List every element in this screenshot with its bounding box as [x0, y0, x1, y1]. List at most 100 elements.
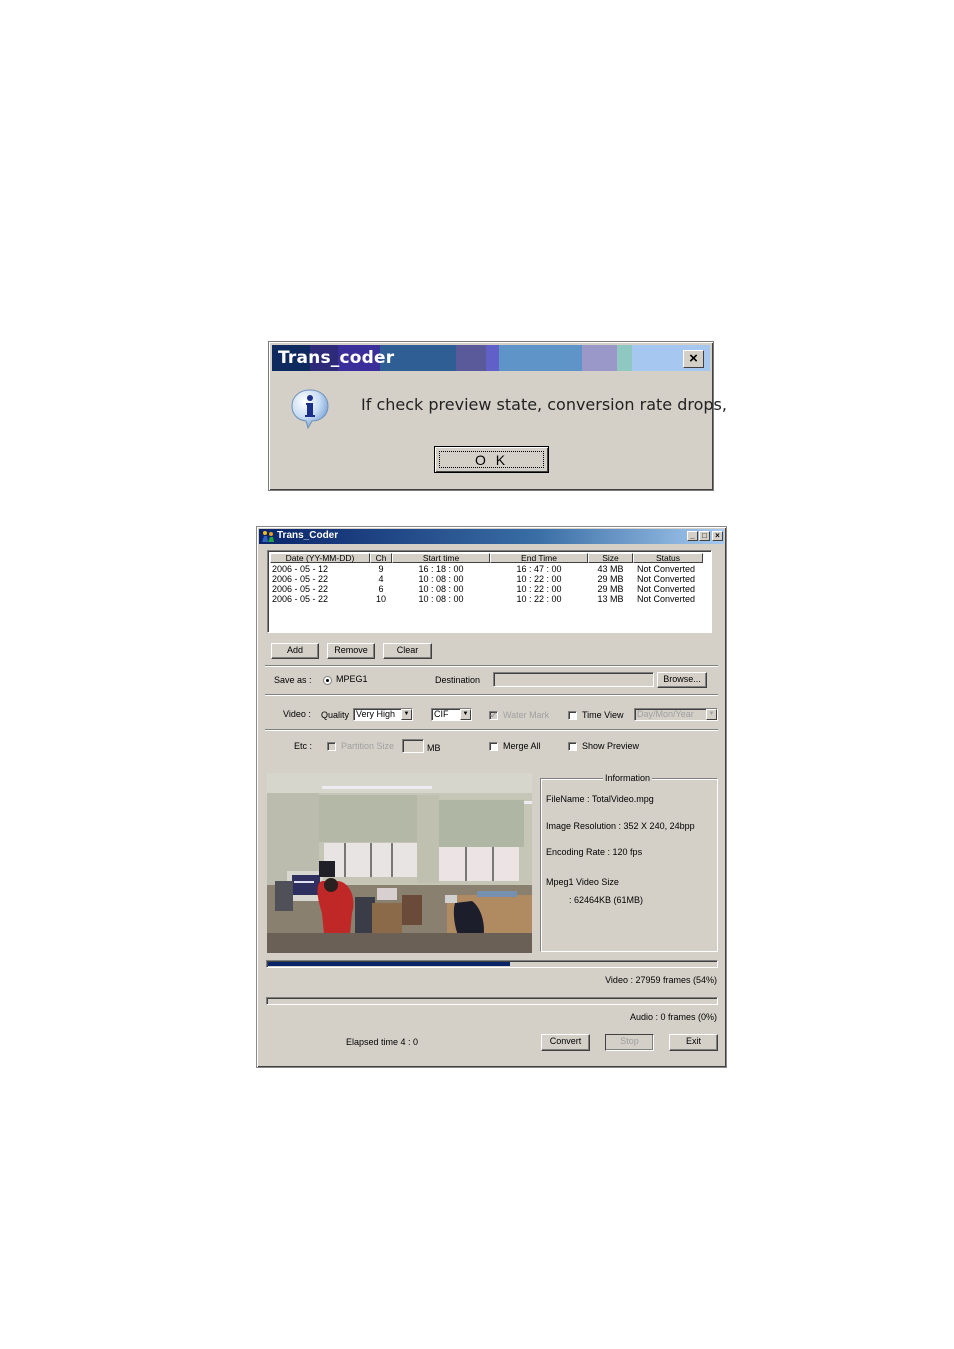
people-icon [262, 531, 274, 542]
merge-all-checkbox[interactable] [489, 742, 498, 751]
title-bar-segment [499, 345, 582, 371]
info-mpeg-size-label: Mpeg1 Video Size [546, 877, 619, 887]
table-row[interactable]: 2006 - 05 - 22 10 10 : 08 : 00 10 : 22 :… [270, 594, 703, 604]
information-group: Information FileName : TotalVideo.mpg Im… [540, 773, 718, 952]
chevron-down-icon[interactable]: ▼ [706, 709, 717, 720]
dialog-title-bar: Trans_coder × [272, 345, 710, 371]
show-preview-label: Show Preview [582, 741, 640, 751]
watermark-checkbox[interactable] [489, 711, 498, 720]
cell-end: 16 : 47 : 00 [516, 564, 562, 574]
divider [265, 694, 718, 696]
minimize-button[interactable]: _ [687, 531, 698, 541]
cell-ch: 4 [378, 574, 384, 584]
remove-button[interactable]: Remove [327, 643, 375, 659]
transcoder-window: Trans_Coder _ □ × Date (YY-MM-DD) Ch Sta… [256, 526, 727, 1068]
timeview-format-select[interactable]: Day/Mon/Year ▼ [634, 708, 718, 721]
divider [265, 665, 718, 667]
clear-button[interactable]: Clear [383, 643, 432, 659]
ok-button[interactable]: O K [434, 446, 549, 473]
info-icon [291, 389, 329, 429]
cell-date: 2006 - 05 - 12 [272, 564, 329, 574]
convert-button[interactable]: Convert [541, 1034, 590, 1051]
maximize-button[interactable]: □ [699, 531, 710, 541]
list-header: Date (YY-MM-DD) Ch Start time End Time S… [270, 553, 703, 563]
save-as-label: Save as : [274, 675, 312, 685]
chevron-down-icon[interactable]: ▼ [460, 709, 471, 720]
list-rows: 2006 - 05 - 12 9 16 : 18 : 00 16 : 47 : … [270, 564, 703, 604]
cell-ch: 10 [375, 594, 386, 604]
cell-end: 10 : 22 : 00 [516, 584, 562, 594]
window-title: Trans_Coder [277, 530, 339, 541]
destination-input[interactable] [493, 672, 654, 687]
window-title-bar[interactable]: Trans_Coder _ □ × [259, 529, 724, 544]
cell-status: Not Converted [637, 584, 696, 594]
cell-status: Not Converted [637, 594, 696, 604]
column-header-size[interactable]: Size [588, 553, 633, 563]
browse-button[interactable]: Browse... [657, 672, 707, 688]
info-filename: FileName : TotalVideo.mpg [546, 794, 654, 804]
cell-size: 13 MB [597, 594, 624, 604]
cell-date: 2006 - 05 - 22 [272, 584, 329, 594]
partition-label: Partition Size [341, 741, 395, 751]
watermark-label: Water Mark [503, 710, 550, 720]
timeview-label: Time View [582, 710, 624, 720]
video-progress-text: Video : 27959 frames (54%) [605, 975, 717, 985]
size-select[interactable]: CIF ▼ [431, 708, 472, 721]
column-header-end-time[interactable]: End Time [490, 553, 588, 563]
cell-size: 43 MB [597, 564, 624, 574]
column-header-status[interactable]: Status [633, 553, 703, 563]
preview-frame-image [267, 773, 532, 953]
chevron-down-icon[interactable]: ▼ [401, 709, 412, 720]
cell-date: 2006 - 05 - 22 [272, 574, 329, 584]
cell-end: 10 : 22 : 00 [516, 594, 562, 604]
dialog-title: Trans_coder [278, 348, 395, 368]
information-title: Information [603, 773, 653, 783]
table-row[interactable]: 2006 - 05 - 12 9 16 : 18 : 00 16 : 47 : … [270, 564, 703, 574]
audio-progress-text: Audio : 0 frames (0%) [629, 1012, 717, 1022]
video-progress-bar [266, 960, 718, 968]
show-preview-checkbox[interactable] [568, 742, 577, 751]
cell-size: 29 MB [597, 574, 624, 584]
column-header-start-time[interactable]: Start time [392, 553, 490, 563]
video-progress-fill [268, 962, 510, 966]
cell-start: 10 : 08 : 00 [418, 594, 464, 604]
cell-start: 16 : 18 : 00 [418, 564, 464, 574]
check-icon [490, 712, 496, 718]
close-icon[interactable]: × [683, 350, 704, 368]
cell-ch: 9 [378, 564, 384, 574]
timeview-format-value: Day/Mon/Year [637, 709, 694, 719]
info-encoding-rate: Encoding Rate : 120 fps [546, 847, 643, 857]
table-row[interactable]: 2006 - 05 - 22 4 10 : 08 : 00 10 : 22 : … [270, 574, 703, 584]
divider [265, 729, 718, 731]
table-row[interactable]: 2006 - 05 - 22 6 10 : 08 : 00 10 : 22 : … [270, 584, 703, 594]
cell-end: 10 : 22 : 00 [516, 574, 562, 584]
info-mpeg-size-value: : 62464KB (61MB) [569, 895, 644, 905]
file-list[interactable]: Date (YY-MM-DD) Ch Start time End Time S… [267, 550, 712, 633]
quality-value: Very High [356, 709, 396, 719]
column-header-ch[interactable]: Ch [370, 553, 392, 563]
message-dialog: Trans_coder × If check preview state, co… [268, 341, 727, 491]
cell-status: Not Converted [637, 564, 696, 574]
exit-button[interactable]: Exit [669, 1034, 718, 1051]
partition-unit: MB [427, 743, 441, 753]
mpeg1-label: MPEG1 [336, 674, 368, 684]
elapsed-time: Elapsed time 4 : 0 [346, 1037, 419, 1047]
mpeg1-radio[interactable] [323, 676, 332, 685]
title-bar-segment [456, 345, 486, 371]
quality-select[interactable]: Very High ▼ [353, 708, 413, 721]
column-header-date[interactable]: Date (YY-MM-DD) [270, 553, 370, 563]
merge-all-label: Merge All [503, 741, 541, 751]
stop-button[interactable]: Stop [605, 1034, 654, 1051]
partition-checkbox[interactable] [327, 742, 336, 751]
size-value: CIF [434, 709, 449, 719]
video-preview [267, 773, 532, 953]
timeview-checkbox[interactable] [568, 711, 577, 720]
cell-start: 10 : 08 : 00 [418, 574, 464, 584]
info-resolution: Image Resolution : 352 X 240, 24bpp [546, 821, 695, 831]
ok-button-label: O K [439, 451, 544, 468]
close-button[interactable]: × [712, 531, 723, 541]
add-button[interactable]: Add [271, 643, 319, 659]
partition-size-input[interactable] [402, 739, 424, 753]
cell-status: Not Converted [637, 574, 696, 584]
cell-ch: 6 [378, 584, 384, 594]
